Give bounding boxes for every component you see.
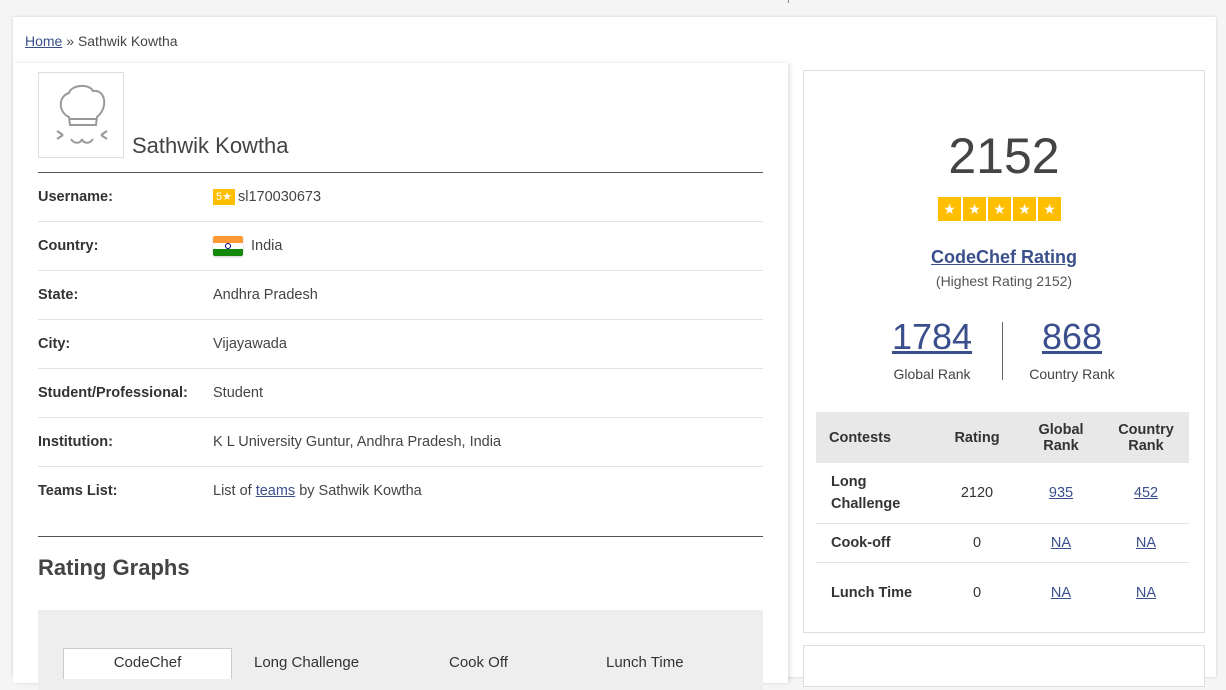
contest-global-rank: NA [1019, 523, 1103, 563]
city-value: Vijayawada [213, 336, 287, 352]
global-rank-link[interactable]: 935 [1049, 485, 1073, 501]
country-rank-link[interactable]: 452 [1134, 485, 1158, 501]
detail-label: State: [38, 287, 79, 303]
star-icon: ★ [938, 197, 961, 221]
detail-row-state: State: Andhra Pradesh [38, 271, 763, 320]
chef-hat-icon [56, 85, 108, 144]
rating-value: 2152 [948, 128, 1060, 184]
country-rank-link[interactable]: NA [1136, 585, 1156, 601]
avatar [38, 72, 124, 158]
contest-global-rank: NA [1019, 563, 1103, 624]
contest-country-rank: NA [1103, 523, 1189, 563]
star-icon: ★ [963, 197, 986, 221]
detail-label: Student/Professional: [38, 385, 188, 401]
graphs-divider [38, 536, 763, 537]
detail-label: Teams List: [38, 483, 118, 499]
top-divider [788, 0, 789, 3]
secondary-panel [803, 645, 1205, 687]
highest-rating: (Highest Rating 2152) [935, 273, 1073, 289]
contest-ratings-table: Contests Rating Global Rank Country Rank… [816, 412, 1189, 623]
detail-label: Username: [38, 189, 113, 205]
global-rank-link[interactable]: NA [1051, 585, 1071, 601]
header-contests: Contests [816, 412, 935, 463]
profile-name: Sathwik Kowtha [132, 133, 289, 158]
star-icon: ★ [1038, 197, 1061, 221]
contest-global-rank: 935 [1019, 463, 1103, 524]
contest-name: Long Challenge [816, 463, 935, 524]
detail-row-institution: Institution: K L University Guntur, Andh… [38, 418, 763, 467]
rating-panel: 2152 ★ ★ ★ ★ ★ CodeChef Rating (Highest … [803, 70, 1205, 633]
occupation-value: Student [213, 385, 263, 401]
institution-value: K L University Guntur, Andhra Pradesh, I… [213, 434, 502, 450]
country-rank-link[interactable]: 868 [997, 316, 1147, 358]
detail-label: Institution: [38, 434, 113, 450]
india-flag-icon [213, 236, 243, 256]
contest-rating: 2120 [935, 463, 1019, 524]
table-row: Cook-off 0 NA NA [816, 523, 1189, 563]
table-row: Long Challenge 2120 935 452 [816, 463, 1189, 524]
codechef-rating-link[interactable]: CodeChef Rating [931, 247, 1077, 267]
global-rank-link[interactable]: NA [1051, 535, 1071, 551]
contest-country-rank: NA [1103, 563, 1189, 624]
breadcrumb-current: Sathwik Kowtha [77, 33, 178, 49]
detail-label: Country: [38, 238, 99, 254]
country-rank-label: Country Rank [1029, 366, 1115, 382]
tab-long-challenge[interactable]: Long Challenge [254, 654, 359, 671]
codechef-rating-label: CodeChef Rating [804, 247, 1204, 268]
global-rank-label: Global Rank [893, 366, 971, 382]
contest-name: Lunch Time [831, 585, 913, 601]
star-rating-badge: 5★ [213, 189, 235, 205]
contest-name: Cook-off [816, 523, 935, 563]
contest-rating: 0 [972, 585, 982, 601]
detail-row-country: Country: India [38, 222, 763, 271]
header-rating: Rating [935, 412, 1019, 463]
detail-row-teams: Teams List: List of teams by Sathwik Kow… [38, 467, 763, 515]
header-global-rank: Global Rank [1019, 412, 1103, 463]
rating-graphs-heading: Rating Graphs [38, 555, 190, 580]
contest-country-rank: 452 [1103, 463, 1189, 524]
page-container: Home » Sathwik Kowtha Sathwik Kowtha Use… [13, 17, 1216, 690]
tab-lunch-time[interactable]: Lunch Time [606, 654, 684, 671]
table-header-row: Contests Rating Global Rank Country Rank [816, 412, 1189, 463]
username-value: sl170030673 [237, 189, 322, 205]
global-rank: 1784 Global Rank [857, 316, 1007, 382]
country-rank-link[interactable]: NA [1136, 535, 1156, 551]
table-row: Lunch Time 0 NA NA [816, 563, 1189, 624]
teams-prefix: List of [213, 483, 252, 499]
breadcrumb-separator: » [66, 33, 75, 49]
header-country-rank: Country Rank [1103, 412, 1189, 463]
tab-codechef[interactable]: CodeChef [63, 648, 232, 679]
teams-suffix: by Sathwik Kowtha [299, 483, 422, 499]
teams-link[interactable]: teams [256, 483, 296, 499]
detail-value: List of teams by Sathwik Kowtha [213, 483, 422, 499]
breadcrumb-home-link[interactable]: Home [25, 33, 62, 49]
profile-panel: Sathwik Kowtha Username: 5★ sl170030673 … [13, 63, 788, 690]
detail-value: India [213, 236, 282, 256]
star-icon: ★ [1013, 197, 1036, 221]
contest-rating: 0 [935, 523, 1019, 563]
detail-row-username: Username: 5★ sl170030673 [38, 173, 763, 222]
star-rating: ★ ★ ★ ★ ★ [938, 197, 1063, 221]
star-icon: ★ [988, 197, 1011, 221]
breadcrumb: Home » Sathwik Kowtha [25, 33, 178, 49]
country-rank: 868 Country Rank [997, 316, 1147, 382]
global-rank-link[interactable]: 1784 [857, 316, 1007, 358]
detail-value: 5★ sl170030673 [213, 189, 321, 205]
state-value: Andhra Pradesh [213, 287, 318, 303]
detail-label: City: [38, 336, 71, 352]
tab-cook-off[interactable]: Cook Off [449, 654, 508, 671]
country-value: India [251, 238, 283, 254]
detail-row-city: City: Vijayawada [38, 320, 763, 369]
detail-row-occupation: Student/Professional: Student [38, 369, 763, 418]
profile-details: Username: 5★ sl170030673 Country: India … [38, 173, 763, 515]
